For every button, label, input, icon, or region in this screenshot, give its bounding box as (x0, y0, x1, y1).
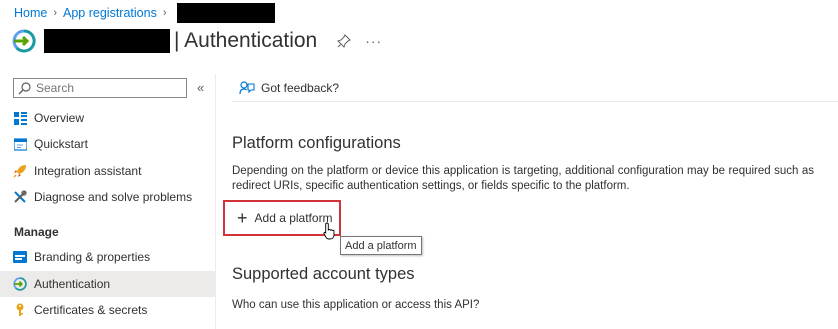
add-platform-tooltip: Add a platform (340, 236, 422, 255)
sidebar-item-certificates[interactable]: Certificates & secrets (0, 297, 216, 323)
wrench-icon (13, 190, 27, 204)
page-header: | Authentication ··· (12, 26, 382, 56)
supported-account-types-heading: Supported account types (232, 265, 415, 283)
overview-icon (13, 111, 27, 125)
sidebar-item-label: Quickstart (34, 137, 89, 151)
sidebar-item-branding[interactable]: Branding & properties (0, 244, 216, 270)
breadcrumb-home-link[interactable]: Home (14, 6, 47, 20)
sidebar-item-integration-assistant[interactable]: Integration assistant (0, 158, 216, 184)
collapse-sidebar-button[interactable]: « (197, 80, 204, 95)
search-input[interactable] (36, 81, 176, 95)
feedback-icon (239, 80, 255, 94)
redacted-app-title (44, 29, 170, 53)
rocket-icon (13, 164, 27, 178)
sidebar-item-quickstart[interactable]: Quickstart (0, 131, 216, 157)
more-options-icon[interactable]: ··· (365, 33, 382, 49)
add-platform-label: Add a platform (254, 211, 333, 225)
sidebar-item-label: Certificates & secrets (34, 303, 148, 317)
sidebar: « Overview Quickstart Integration assist… (0, 74, 216, 329)
key-icon (13, 303, 27, 317)
hand-cursor-icon (323, 222, 335, 240)
quickstart-icon (13, 137, 27, 151)
section-header-manage: Manage (14, 225, 59, 239)
platform-configurations-heading: Platform configurations (232, 134, 401, 152)
pin-icon[interactable] (337, 34, 352, 48)
chevron-right-icon: › (53, 7, 58, 19)
sidebar-item-label: Integration assistant (34, 164, 142, 178)
search-icon (18, 81, 31, 94)
breadcrumb-app-registrations-link[interactable]: App registrations (63, 6, 157, 20)
platform-description: Depending on the platform or device this… (232, 165, 814, 192)
page-title: | Authentication (174, 29, 318, 52)
sidebar-item-label: Branding & properties (34, 250, 151, 264)
sidebar-item-label: Overview (34, 111, 85, 125)
redacted-app-name (176, 3, 275, 23)
sidebar-item-authentication[interactable]: Authentication (0, 271, 216, 297)
search-box[interactable] (13, 78, 187, 98)
authentication-icon (13, 277, 27, 291)
command-bar: Got feedback? (232, 74, 838, 102)
plus-icon: + (237, 208, 248, 228)
breadcrumb: Home › App registrations › (14, 3, 275, 23)
branding-icon (13, 250, 27, 264)
got-feedback-button[interactable]: Got feedback? (261, 81, 339, 95)
sidebar-item-label: Authentication (34, 277, 111, 291)
sidebar-item-overview[interactable]: Overview (0, 105, 216, 131)
app-registration-icon (12, 29, 36, 53)
sidebar-item-diagnose[interactable]: Diagnose and solve problems (0, 184, 216, 210)
sidebar-item-label: Diagnose and solve problems (34, 190, 193, 204)
account-types-question: Who can use this application or access t… (232, 299, 480, 311)
chevron-right-icon: › (162, 7, 167, 19)
